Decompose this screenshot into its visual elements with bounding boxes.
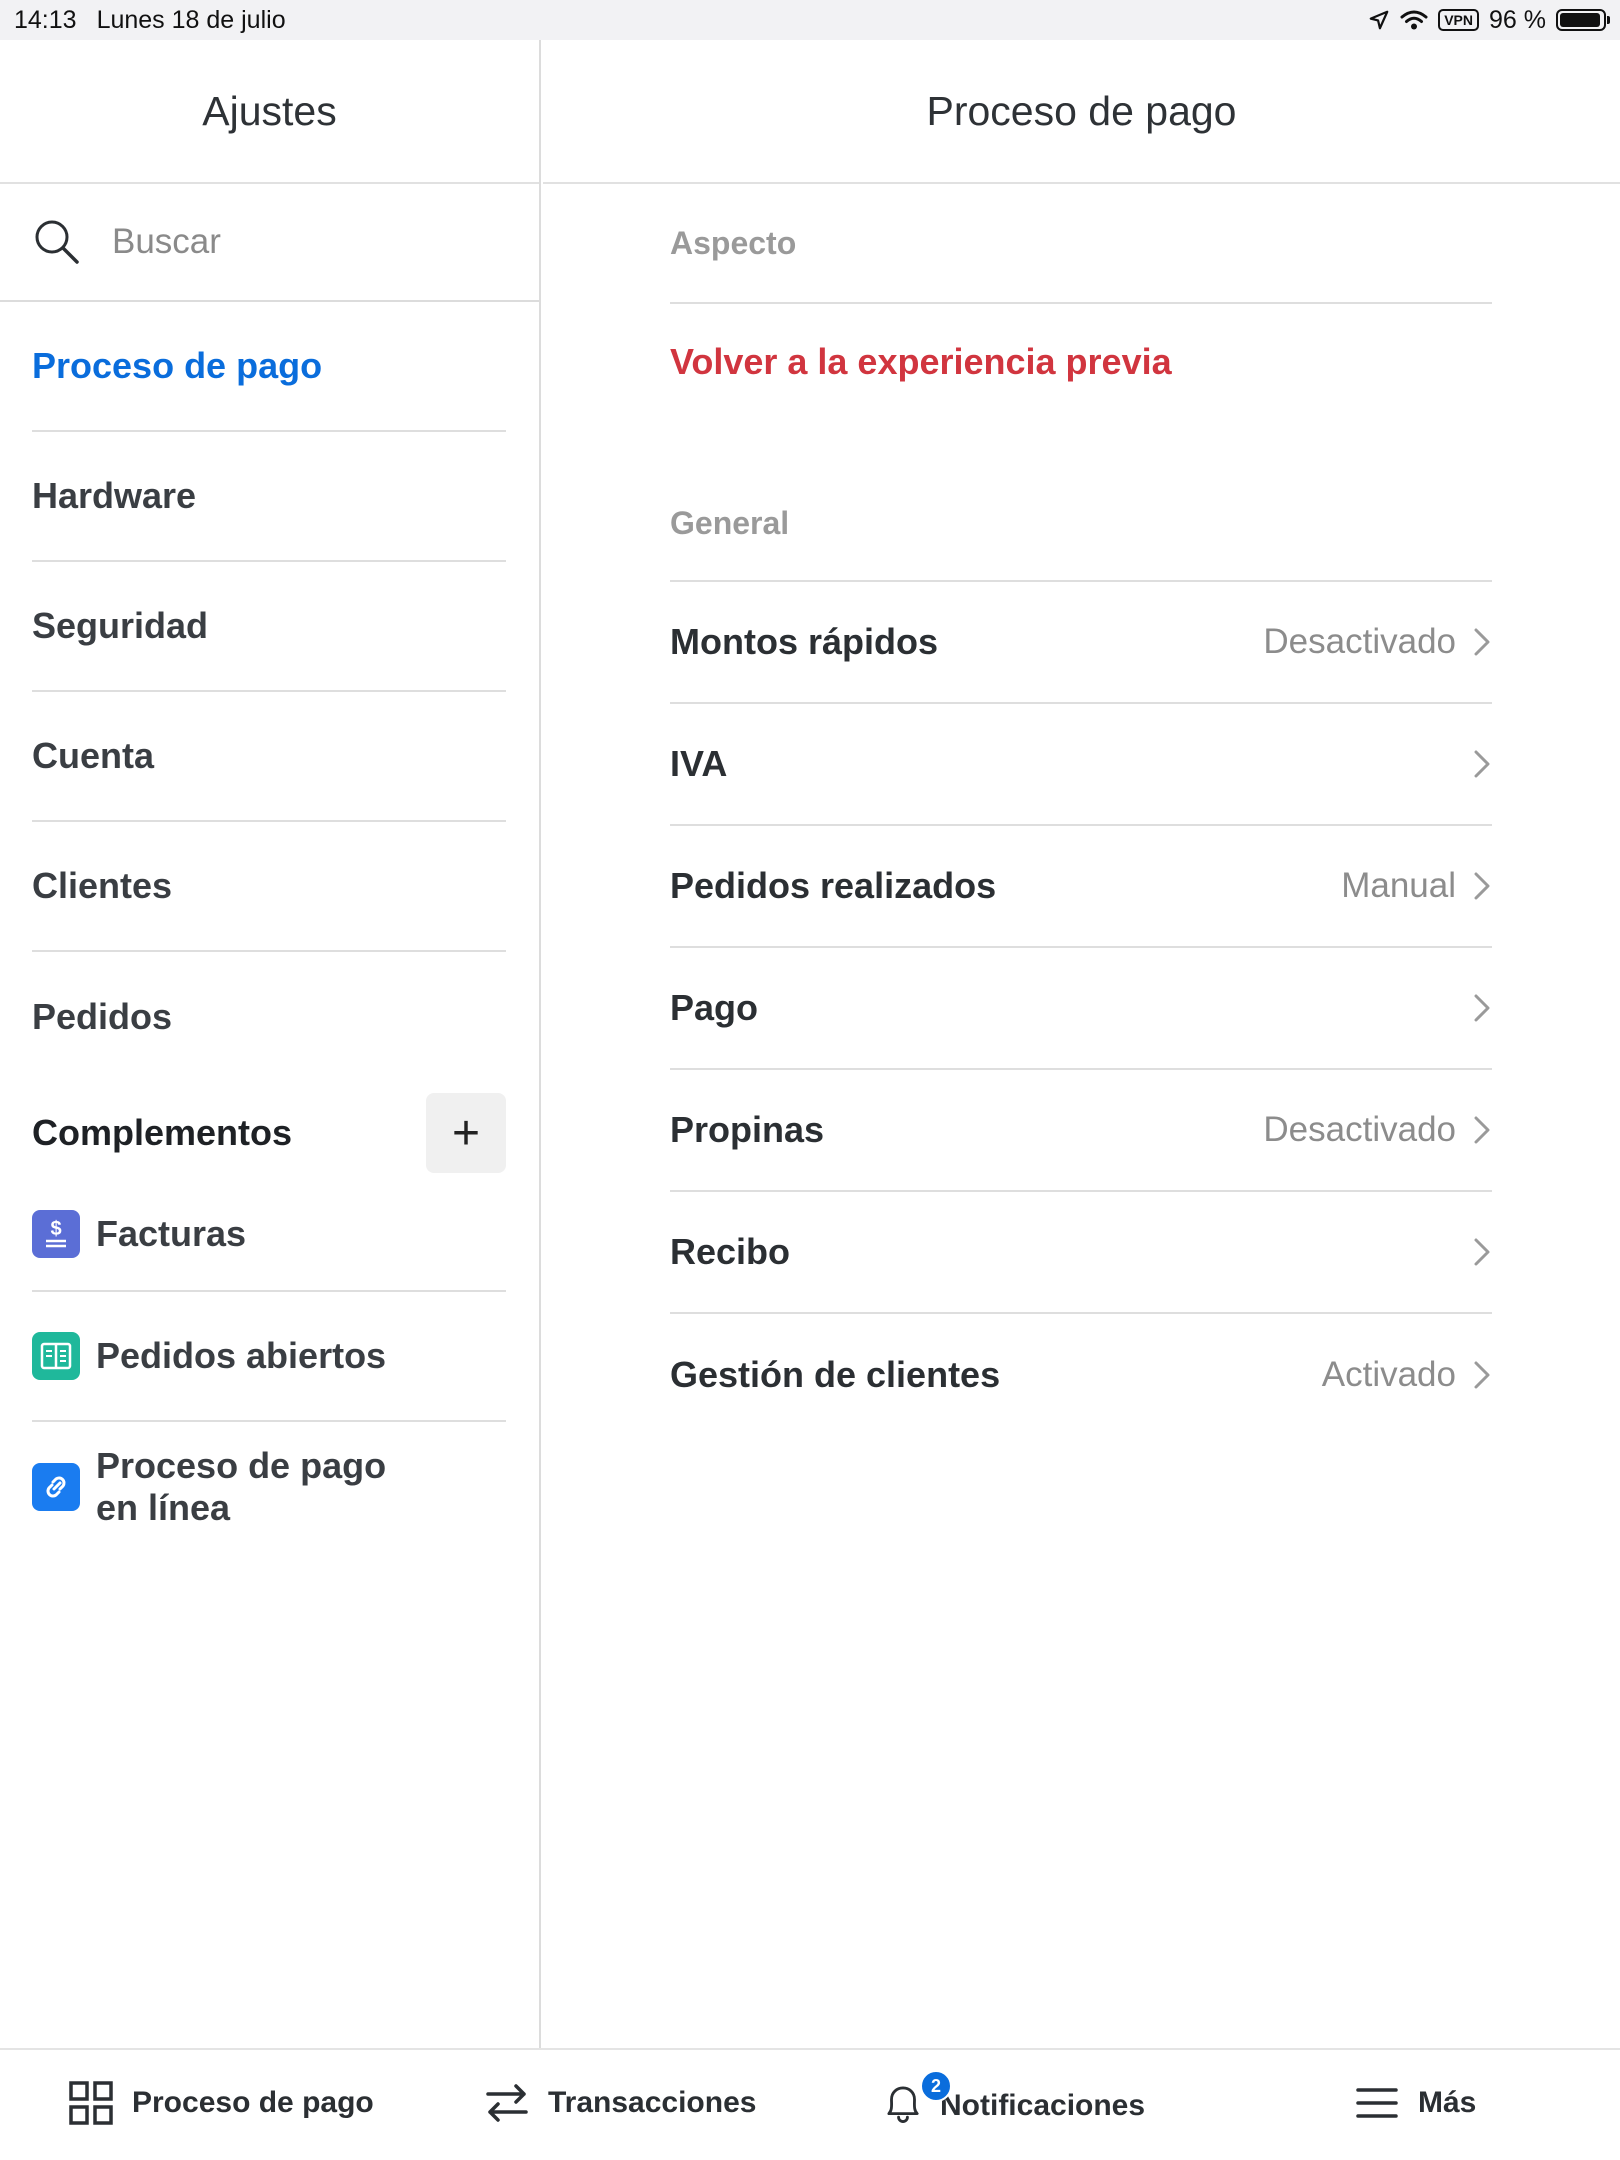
tab-proceso-de-pago[interactable]: Proceso de pago — [68, 2080, 374, 2126]
settings-rows: Montos rápidos Desactivado IVA Pedidos r… — [670, 582, 1492, 1436]
chevron-right-icon — [1474, 1116, 1490, 1144]
revert-experience-link[interactable]: Volver a la experiencia previa — [670, 304, 1492, 420]
row-value: Desactivado — [1263, 1110, 1456, 1149]
vpn-badge: VPN — [1438, 9, 1480, 31]
general-section-label: General — [670, 466, 1492, 582]
tab-label: Más — [1418, 2086, 1477, 2119]
row-montos-rapidos[interactable]: Montos rápidos Desactivado — [670, 582, 1492, 704]
chevron-right-icon — [1474, 628, 1490, 656]
search-input[interactable] — [112, 222, 512, 262]
location-icon — [1369, 10, 1389, 30]
addon-item-proceso-de-pago-en-linea[interactable]: Proceso de pago en línea — [32, 1422, 506, 1552]
status-date: Lunes 18 de julio — [96, 5, 286, 34]
sidebar-item-proceso-de-pago[interactable]: Proceso de pago — [32, 302, 506, 432]
svg-text:$: $ — [50, 1218, 61, 1240]
open-orders-icon — [32, 1332, 80, 1380]
addon-item-facturas[interactable]: $ Facturas — [32, 1178, 506, 1292]
wifi-icon — [1400, 10, 1428, 30]
addon-label: Pedidos abiertos — [96, 1335, 387, 1376]
sidebar-item-pedidos[interactable]: Pedidos — [32, 952, 506, 1082]
bottom-tab-bar: Proceso de pago Transacciones 2 Notifica… — [0, 2048, 1620, 2160]
battery-level — [1560, 13, 1601, 27]
row-propinas[interactable]: Propinas Desactivado — [670, 1070, 1492, 1192]
tab-label: Notificaciones — [940, 2089, 1146, 2122]
sidebar-title: Ajustes — [0, 40, 539, 184]
transfer-icon — [486, 2084, 528, 2122]
addon-item-pedidos-abiertos[interactable]: Pedidos abiertos — [32, 1292, 506, 1422]
notification-badge: 2 — [920, 2070, 952, 2102]
tab-label: Proceso de pago — [132, 2086, 374, 2119]
tab-mas[interactable]: Más — [1354, 2080, 1476, 2126]
row-label: IVA — [670, 743, 728, 784]
tab-label: Transacciones — [548, 2086, 757, 2119]
detail-title: Proceso de pago — [543, 40, 1620, 184]
row-iva[interactable]: IVA — [670, 704, 1492, 826]
chevron-right-icon — [1474, 1238, 1490, 1266]
sidebar-item-seguridad[interactable]: Seguridad — [32, 562, 506, 692]
addons-header: Complementos + — [0, 1088, 539, 1178]
tab-transacciones[interactable]: Transacciones — [484, 2080, 756, 2126]
status-time: 14:13 — [14, 5, 77, 34]
row-value: Activado — [1321, 1355, 1456, 1394]
menu-icon — [1356, 2088, 1398, 2118]
search-bar[interactable] — [0, 184, 539, 302]
battery-icon — [1556, 9, 1610, 31]
row-gestion-de-clientes[interactable]: Gestión de clientes Activado — [670, 1314, 1492, 1436]
invoice-icon: $ — [32, 1210, 80, 1258]
row-label: Pedidos realizados — [670, 865, 997, 906]
row-label: Gestión de clientes — [670, 1354, 1001, 1395]
row-label: Montos rápidos — [670, 621, 938, 662]
status-bar: 14:13 Lunes 18 de julio VPN 96 % — [0, 0, 1620, 40]
addon-list: $ Facturas Pedidos abiertos Proceso de p… — [0, 1178, 539, 1552]
row-label: Recibo — [670, 1231, 791, 1272]
addon-label: Facturas — [96, 1213, 247, 1254]
row-recibo[interactable]: Recibo — [670, 1192, 1492, 1314]
addon-label: Proceso de pago en línea — [96, 1445, 387, 1528]
add-addon-button[interactable]: + — [426, 1093, 506, 1173]
chevron-right-icon — [1474, 994, 1490, 1022]
chevron-right-icon — [1474, 750, 1490, 778]
search-icon — [35, 220, 79, 264]
sidebar-item-clientes[interactable]: Clientes — [32, 822, 506, 952]
battery-percentage: 96 % — [1489, 5, 1546, 34]
sidebar-item-hardware[interactable]: Hardware — [32, 432, 506, 562]
row-pedidos-realizados[interactable]: Pedidos realizados Manual — [670, 826, 1492, 948]
row-label: Pago — [670, 987, 759, 1028]
row-pago[interactable]: Pago — [670, 948, 1492, 1070]
link-icon — [32, 1463, 80, 1511]
detail-body: Aspecto Volver a la experiencia previa G… — [543, 184, 1620, 1436]
appearance-section-label: Aspecto — [670, 184, 1492, 304]
addons-title: Complementos — [32, 1112, 293, 1153]
sidebar-item-cuenta[interactable]: Cuenta — [32, 692, 506, 822]
chevron-right-icon — [1474, 1361, 1490, 1389]
row-value: Desactivado — [1263, 622, 1456, 661]
chevron-right-icon — [1474, 872, 1490, 900]
detail-pane: Proceso de pago Aspecto Volver a la expe… — [543, 40, 1620, 2048]
row-label: Propinas — [670, 1109, 825, 1150]
tab-notificaciones[interactable]: 2 Notificaciones — [880, 2070, 1146, 2132]
settings-sidebar: Ajustes Proceso de pago Hardware Segurid… — [0, 40, 541, 2048]
row-value: Manual — [1341, 866, 1456, 905]
settings-nav: Proceso de pago Hardware Seguridad Cuent… — [0, 302, 539, 1082]
bell-icon-wrap: 2 — [880, 2070, 952, 2132]
grid-icon — [69, 2081, 113, 2125]
